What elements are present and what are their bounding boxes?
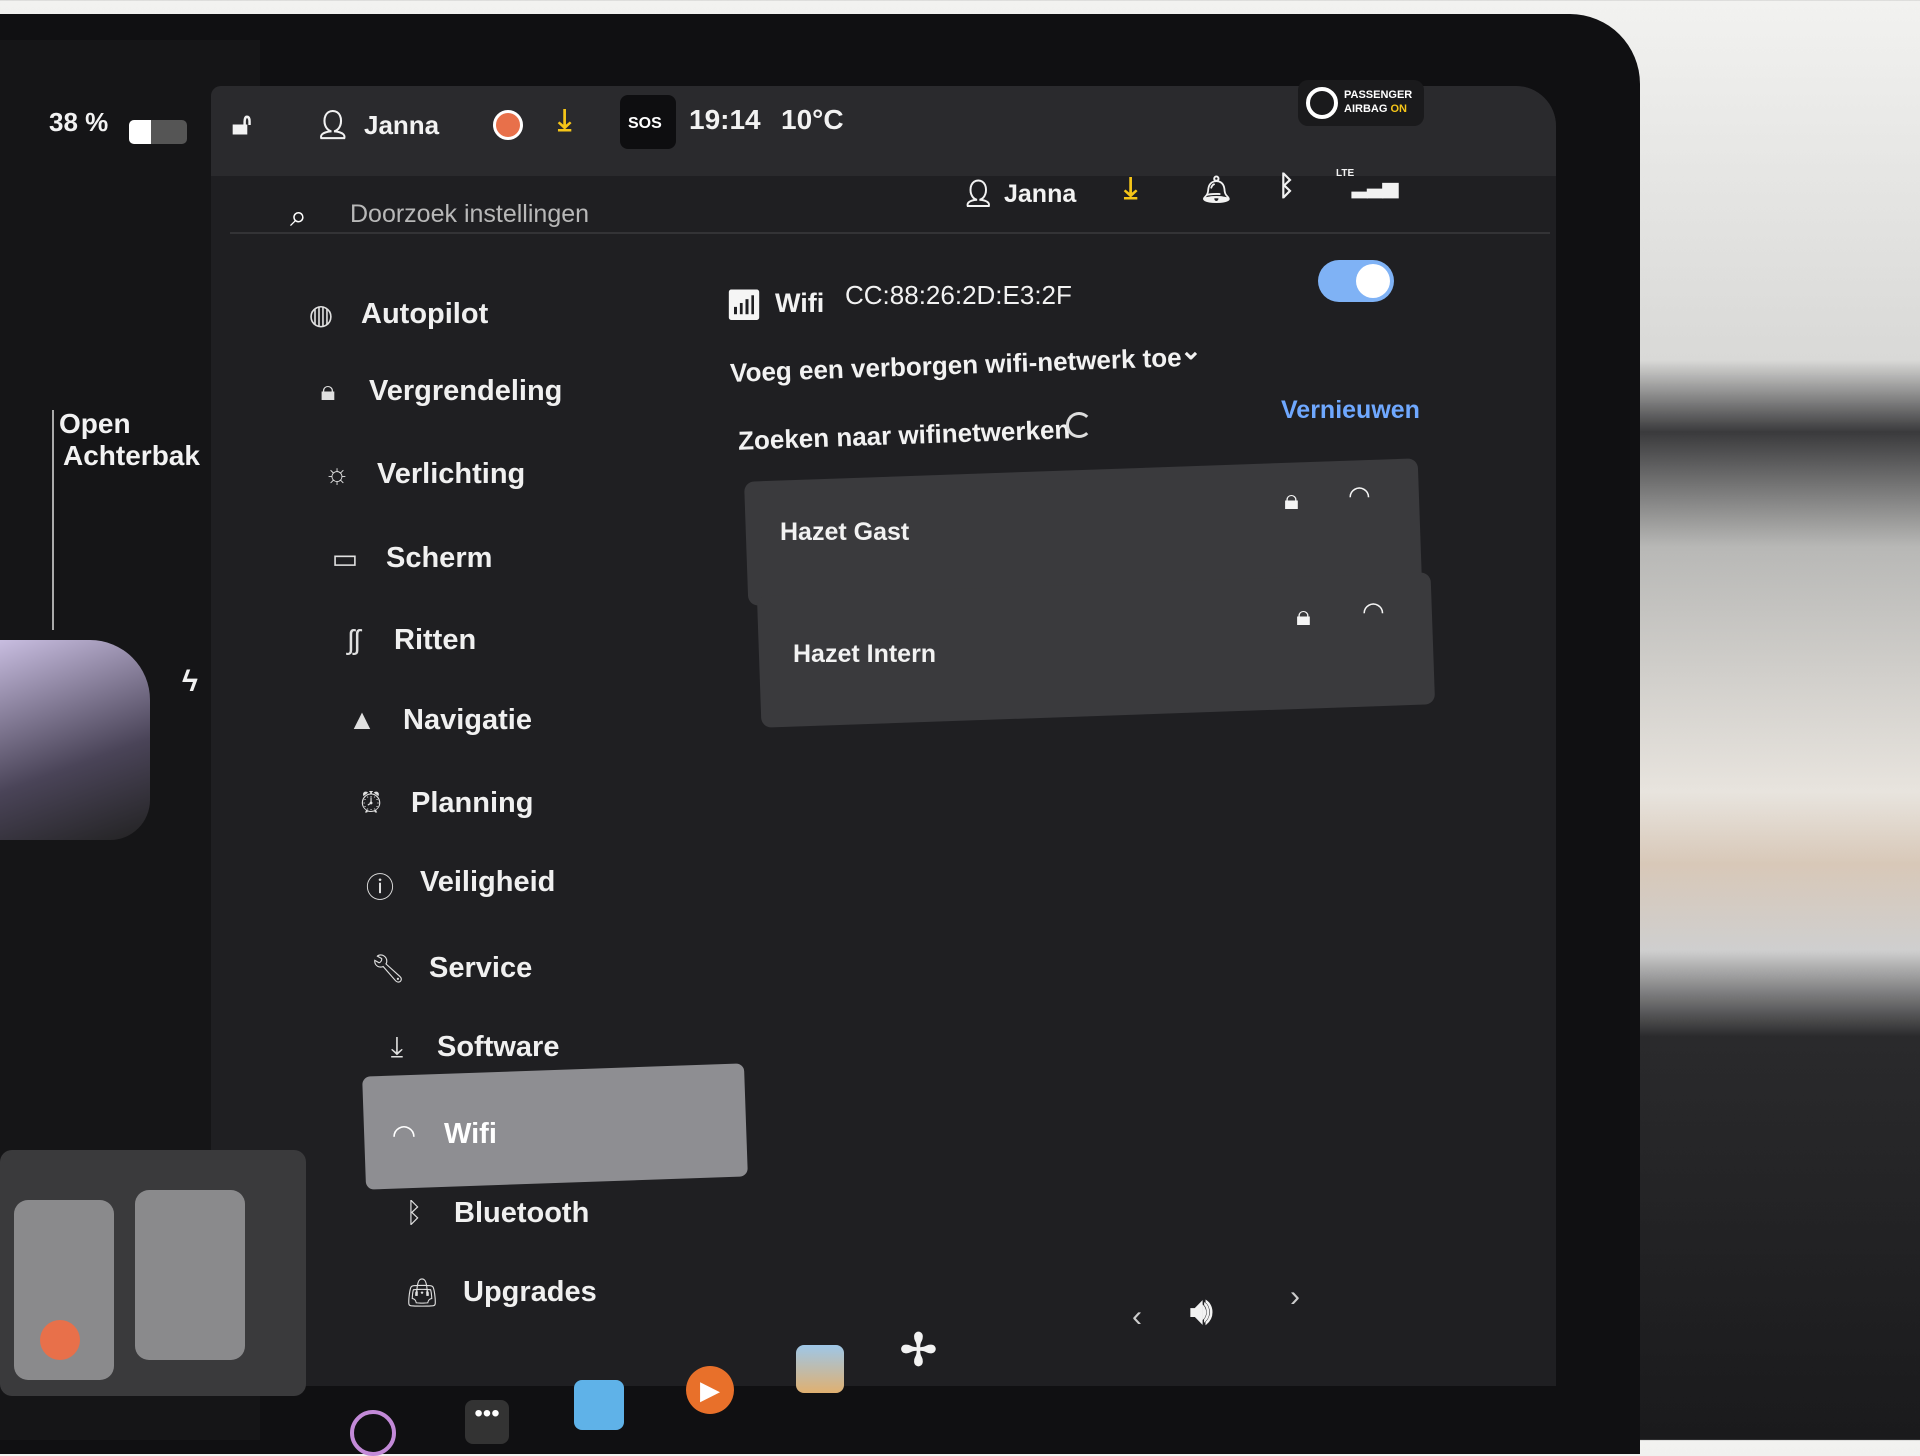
record-icon[interactable] [493,110,523,140]
wifi-signal-icon: ◠ [1362,596,1385,626]
car-image[interactable] [0,640,150,840]
download-icon: ⤓ [390,1031,404,1062]
sidebar-item-vergrendeling[interactable]: Vergrendeling [369,375,562,408]
airbag-text-2: AIRBAG [1344,103,1388,115]
clock: 19:14 [689,104,761,135]
airbag-indicator: PASSENGER AIRBAG ON [1298,80,1424,126]
sidebar-item-service[interactable]: Service [429,952,532,985]
sos-button[interactable]: SOS [620,95,676,149]
sidebar-item-veiligheid[interactable]: Veiligheid [420,866,555,899]
charge-icon[interactable]: ϟ [182,665,198,699]
sidebar-item-verlichting[interactable]: Verlichting [377,458,525,491]
safety-icon: ⓘ [365,872,394,903]
sidebar-item-software[interactable]: Software [437,1031,559,1064]
profile-icon[interactable]: 👤︎ [962,178,995,209]
wifi-icon: ◠ [391,1119,417,1150]
open-trunk-label-2[interactable]: Achterbak [63,440,200,472]
profile-icon[interactable]: 👤︎ [315,108,351,141]
wifi-icon: 📶︎ [725,289,764,322]
wifi-toggle[interactable] [1318,260,1394,302]
spinner-icon [1066,412,1092,438]
lock-icon: 🔒︎ [1296,600,1311,631]
alarm-icon: ⏰︎ [360,787,382,818]
driver-name[interactable]: Janna [364,110,439,141]
bell-icon[interactable]: 🔔︎ [1200,174,1233,205]
more-apps-icon[interactable]: ••• [465,1400,509,1444]
temperature: 10°C [781,104,844,135]
network-name: Hazet Gast [780,518,910,546]
steering-wheel-icon: ◍ [308,299,334,330]
seat-heater-icon[interactable] [40,1320,80,1360]
seat[interactable] [135,1190,245,1360]
sidebar-item-navigatie[interactable]: Navigatie [403,704,532,737]
sidebar-item-upgrades[interactable]: Upgrades [463,1276,597,1309]
chevron-down-icon[interactable]: ⌄ [1180,335,1202,366]
photos-app-icon[interactable] [796,1345,844,1393]
download-icon[interactable]: ⤓ [1124,172,1137,206]
chevron-left-icon[interactable]: ‹ [1132,1300,1142,1334]
sidebar-item-planning[interactable]: Planning [411,787,533,820]
refresh-button[interactable]: Vernieuwen [1281,396,1420,425]
header-divider [230,232,1550,234]
search-input[interactable]: Doorzoek instellingen [350,200,589,229]
fan-icon[interactable]: ✢ [900,1325,937,1376]
mac-address: CC:88:26:2D:E3:2F [845,280,1072,310]
bluetooth-icon: ᛒ [405,1197,423,1228]
trips-icon: ʃʃ [347,624,361,655]
airbag-text: PASSENGER [1344,89,1413,101]
media-player-icon[interactable]: ▶ [686,1366,734,1414]
light-icon: ☼ [324,458,350,489]
battery-percent: 38 % [49,107,109,137]
unlock-icon[interactable]: 🔓︎ [232,108,251,142]
app-icon[interactable] [350,1410,396,1456]
chevron-right-icon[interactable]: › [1290,1280,1300,1314]
bluetooth-app-icon[interactable] [574,1380,624,1430]
search-icon[interactable]: ⌕ [290,200,307,234]
display-icon: ▭ [331,543,359,574]
bluetooth-icon[interactable]: ᛒ [1278,170,1295,202]
lock-icon: 🔒︎ [1284,484,1299,515]
sidebar-item-ritten[interactable]: Ritten [394,624,476,657]
sidebar-item-scherm[interactable]: Scherm [386,542,492,575]
sidebar-item-wifi[interactable]: Wifi [444,1118,497,1151]
airbag-state: ON [1390,103,1407,115]
sidebar-item-autopilot[interactable]: Autopilot [361,298,488,331]
trunk-indicator-line [52,410,54,630]
battery-icon [129,120,187,144]
lock-icon: 🔒︎ [320,375,336,406]
network-name: Hazet Intern [793,640,937,668]
open-trunk-label[interactable]: Open [59,408,131,440]
airbag-icon [1306,87,1338,119]
wifi-title: Wifi [775,288,825,318]
download-icon[interactable]: ⤓ [558,104,571,138]
navigation-icon: ▲ [348,704,376,735]
volume-icon[interactable]: 🔊︎ [1190,1290,1213,1333]
profile-name[interactable]: Janna [1004,180,1076,209]
seat-diagram [0,1150,306,1396]
wrench-icon: 🔧︎ [370,953,406,984]
shopping-bag-icon: 👜︎ [404,1277,440,1308]
signal-icon: ▂▃▅ [1352,176,1399,198]
sidebar-item-bluetooth[interactable]: Bluetooth [454,1197,589,1230]
wifi-signal-icon: ◠ [1348,480,1371,510]
